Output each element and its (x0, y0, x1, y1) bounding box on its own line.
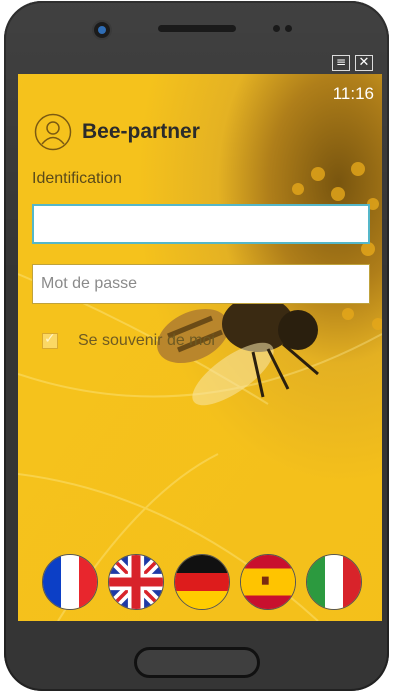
germany-flag-icon[interactable] (174, 554, 230, 610)
status-clock: 11:16 (332, 84, 374, 103)
italy-flag-icon[interactable] (306, 554, 362, 610)
france-flag-icon[interactable] (42, 554, 98, 610)
remember-me-checkbox[interactable] (42, 331, 58, 349)
app-title: Bee-partner (82, 120, 200, 143)
password-input[interactable] (32, 264, 370, 304)
identification-label: Identification (32, 170, 122, 187)
home-button[interactable] (134, 647, 260, 678)
menu-icon[interactable]: ≡ (332, 55, 350, 71)
uk-flag-icon[interactable] (108, 554, 164, 610)
identification-input[interactable] (32, 204, 370, 244)
remember-me-label: Se souvenir de moi (78, 332, 215, 349)
sensor-dot (285, 25, 292, 32)
app-screen: 11:16 Bee-partner Identification Se souv… (18, 74, 382, 621)
user-avatar-icon[interactable] (34, 113, 72, 151)
language-selector (42, 554, 362, 610)
close-icon[interactable]: ✕ (355, 55, 373, 71)
earpiece-speaker (158, 25, 236, 32)
sensor-dot (273, 25, 280, 32)
app-header: Bee-partner (34, 112, 200, 152)
front-camera (92, 20, 112, 40)
remember-me-row[interactable]: Se souvenir de moi (42, 331, 215, 350)
spain-flag-icon[interactable] (240, 554, 296, 610)
